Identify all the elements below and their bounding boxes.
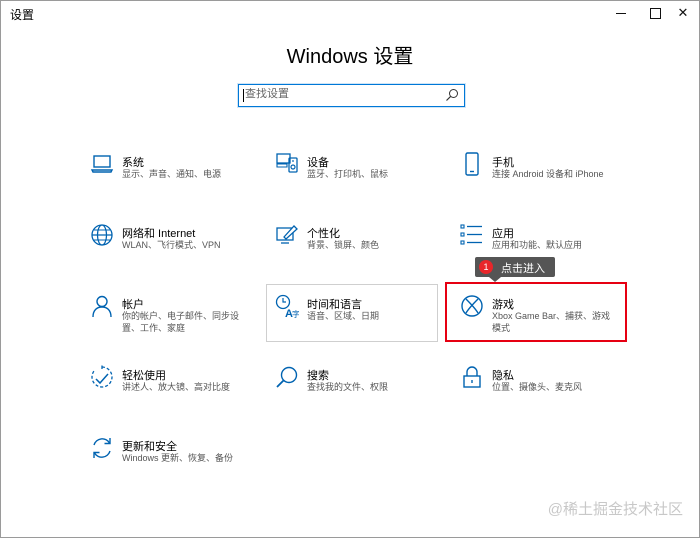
window-title: 设置 xyxy=(10,8,35,22)
highlight-box xyxy=(445,282,627,342)
devices-icon xyxy=(276,153,298,173)
tile-description: 位置、摄像头、麦克风 xyxy=(492,382,583,392)
tile-accounts[interactable]: 帐户 你的帐户、电子邮件、同步设置、工作、家庭 xyxy=(90,294,250,346)
search-box[interactable] xyxy=(238,84,465,107)
tile-description: 语音、区域、日期 xyxy=(307,311,380,321)
globe-icon xyxy=(91,224,113,246)
ease-of-access-icon xyxy=(91,365,113,388)
tile-ease-of-access[interactable]: 轻松使用 讲述人、放大镜、高对比度 xyxy=(90,365,250,417)
tile-description: 连接 Android 设备和 iPhone xyxy=(492,169,604,179)
lock-icon xyxy=(463,366,481,388)
watermark: @稀土掘金技术社区 xyxy=(547,501,683,518)
tile-description: 你的帐户、电子邮件、同步设置、工作、家庭 xyxy=(122,311,240,333)
minimize-button[interactable] xyxy=(603,1,639,25)
tile-devices[interactable]: 设备 蓝牙、打印机、鼠标 xyxy=(275,152,435,204)
callout-text: 点击进入 xyxy=(501,263,545,275)
update-icon xyxy=(93,438,111,458)
svg-text:字: 字 xyxy=(292,309,299,318)
text-caret xyxy=(243,89,244,102)
title-bar[interactable]: 设置 ✕ xyxy=(1,1,699,25)
tile-search[interactable]: 搜索 查找我的文件、权限 xyxy=(275,365,435,417)
search-icon xyxy=(276,366,298,388)
minimize-icon xyxy=(616,12,626,14)
personalization-icon xyxy=(276,225,298,244)
laptop-icon xyxy=(90,155,114,173)
tile-phone[interactable]: 手机 连接 Android 设备和 iPhone xyxy=(460,152,620,204)
tile-privacy[interactable]: 隐私 位置、摄像头、麦克风 xyxy=(460,365,620,417)
tile-description: 讲述人、放大镜、高对比度 xyxy=(122,382,231,392)
close-button[interactable]: ✕ xyxy=(665,1,700,25)
person-icon xyxy=(92,295,112,318)
tile-description: 查找我的文件、权限 xyxy=(307,382,389,392)
click-callout: 1 点击进入 xyxy=(475,257,555,282)
tile-personalization[interactable]: 个性化 背景、锁屏、颜色 xyxy=(275,223,435,275)
tile-time-language[interactable]: A 字 时间和语言 语音、区域、日期 xyxy=(275,294,435,346)
tile-update-security[interactable]: 更新和安全 Windows 更新、恢复、备份 xyxy=(90,436,250,488)
tile-network[interactable]: 网络和 Internet WLAN、飞行模式、VPN xyxy=(90,223,250,275)
tile-description: 应用和功能、默认应用 xyxy=(492,240,583,250)
settings-window: 设置 ✕ Windows 设置 系统 显示、声音、通知、电源 设备 蓝牙、打印机 xyxy=(0,0,700,538)
search-input[interactable] xyxy=(245,88,440,100)
maximize-icon xyxy=(649,7,661,19)
tile-description: 显示、声音、通知、电源 xyxy=(122,169,222,179)
close-icon: ✕ xyxy=(677,5,689,20)
step-badge: 1 xyxy=(479,260,493,274)
tile-description: WLAN、飞行模式、VPN xyxy=(122,240,221,250)
page-title: Windows 设置 xyxy=(286,46,414,68)
apps-list-icon xyxy=(460,224,482,245)
time-language-icon: A 字 xyxy=(275,294,299,318)
tile-system[interactable]: 系统 显示、声音、通知、电源 xyxy=(90,152,250,204)
phone-icon xyxy=(465,152,479,176)
tile-description: 蓝牙、打印机、鼠标 xyxy=(307,169,389,179)
search-icon[interactable] xyxy=(445,88,459,102)
tile-description: 背景、锁屏、颜色 xyxy=(307,240,380,250)
tile-description: Windows 更新、恢复、备份 xyxy=(122,453,234,463)
